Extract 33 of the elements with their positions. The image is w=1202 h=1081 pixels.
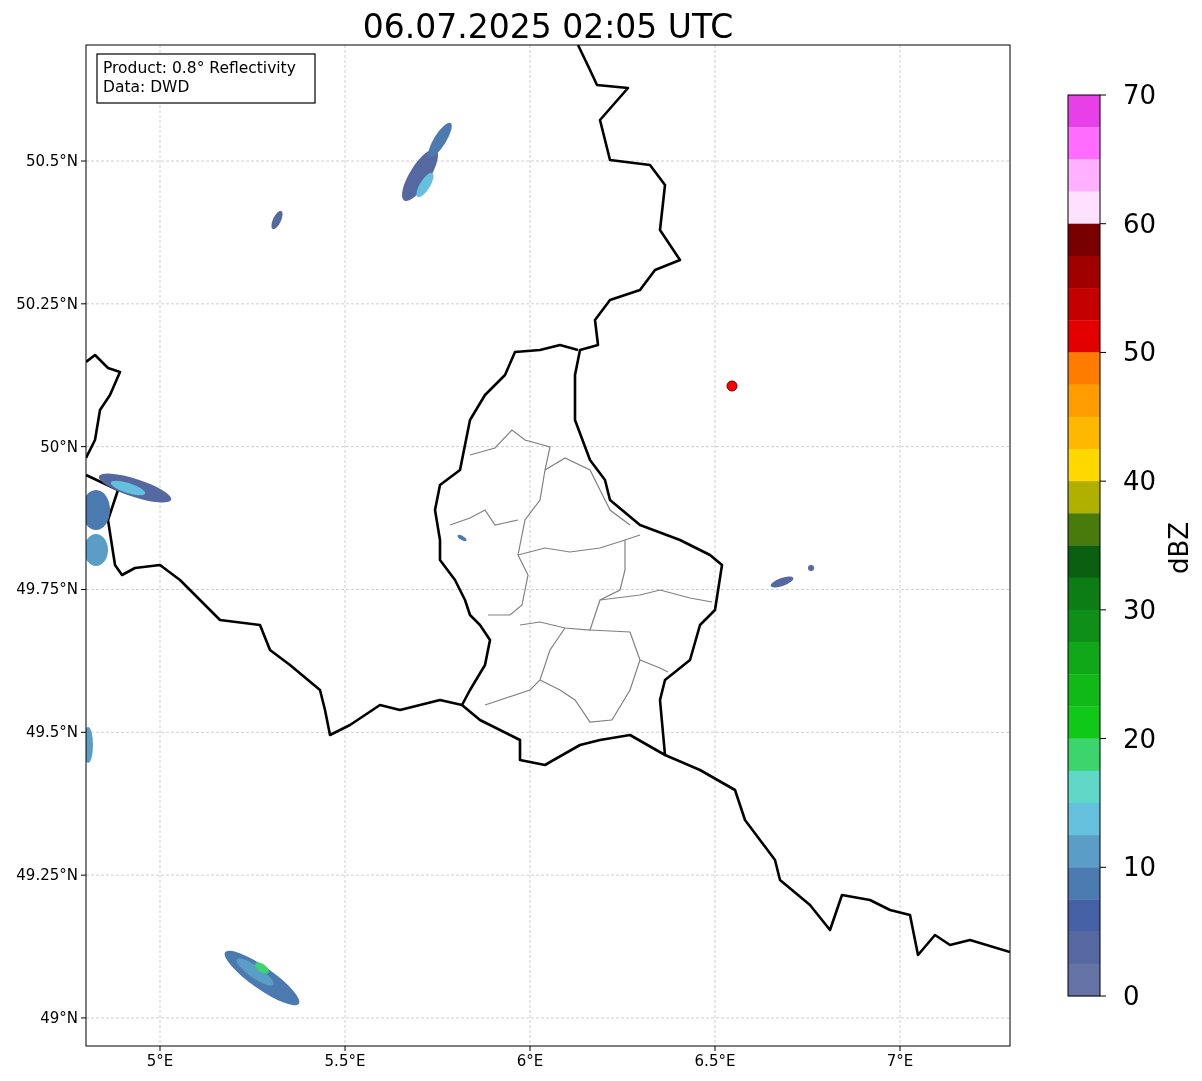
latitude-label: 50.25°N xyxy=(16,294,78,313)
latitude-label: 50.5°N xyxy=(25,152,78,170)
longitude-label: 6.5°E xyxy=(694,1052,736,1070)
info-text: Product: 0.8° Reflectivity xyxy=(103,59,296,77)
tick-mark xyxy=(1099,738,1107,740)
longitude-label: 6°E xyxy=(516,1052,544,1070)
latitude-label: 49°N xyxy=(40,1008,78,1027)
tick-mark xyxy=(1099,995,1107,997)
longitude-label: 7°E xyxy=(886,1052,914,1070)
latitude-label: 49.5°N xyxy=(25,723,78,742)
radar-site-marker xyxy=(726,380,738,392)
colorbar-tick-label: 30 xyxy=(1123,594,1157,625)
colorbar-tick-label: 50 xyxy=(1123,337,1157,368)
info-text: Data: DWD xyxy=(103,78,190,96)
tick-mark xyxy=(1099,609,1107,611)
colorbar-tick-label: 10 xyxy=(1123,852,1157,883)
longitude-label: 5.5°E xyxy=(324,1052,366,1070)
latitude-label: 49.75°N xyxy=(16,580,78,599)
tick-mark xyxy=(1099,223,1107,225)
colorbar-tick-label: 60 xyxy=(1123,208,1157,239)
colorbar-label: dBZ xyxy=(1164,521,1194,575)
chart-title: 06.07.2025 02:05 UTC xyxy=(362,7,734,46)
colorbar-tick-label: 0 xyxy=(1123,981,1140,1011)
latitude-label: 49.25°N xyxy=(16,866,78,885)
tick-mark xyxy=(1099,866,1107,868)
colorbar-tick-label: 40 xyxy=(1123,466,1157,497)
longitude-label: 5°E xyxy=(146,1052,174,1070)
colorbar-tick-label: 20 xyxy=(1123,723,1157,754)
colorbar-tick-label: 70 xyxy=(1123,80,1157,110)
tick-mark xyxy=(1099,351,1107,353)
latitude-label: 50°N xyxy=(40,437,78,456)
tick-mark xyxy=(1099,94,1107,96)
tick-mark xyxy=(1099,480,1107,482)
